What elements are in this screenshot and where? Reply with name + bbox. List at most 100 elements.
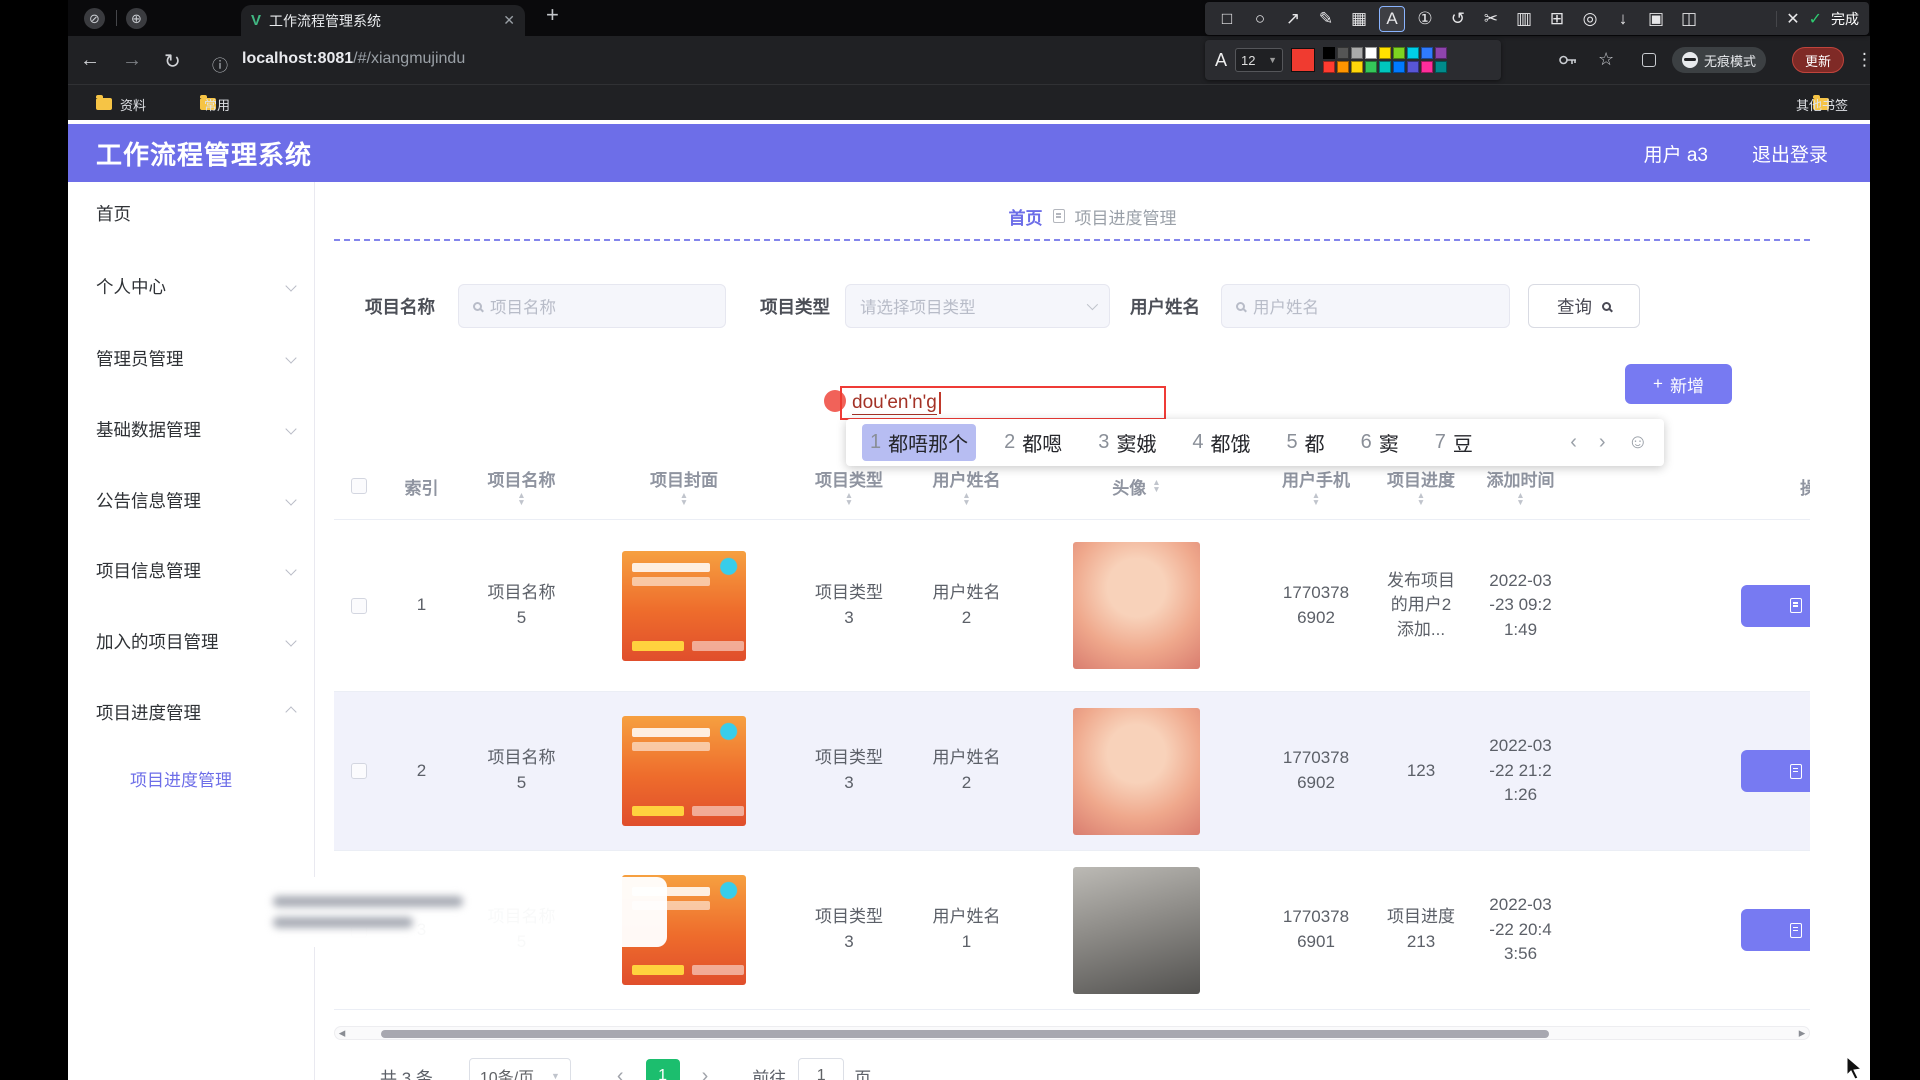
goto-page-input[interactable]: 1 — [798, 1058, 844, 1080]
font-size-select[interactable]: 12▼ — [1235, 48, 1283, 72]
select-all-checkbox[interactable] — [351, 478, 367, 494]
site-info-icon[interactable]: ⓘ — [212, 52, 228, 76]
user-name-input[interactable]: 用户姓名 — [1221, 284, 1510, 328]
detail-button[interactable]: 详情 — [1741, 585, 1810, 627]
cut-icon[interactable]: ✂ — [1479, 7, 1503, 31]
sort-icon[interactable]: ▲▼ — [1417, 492, 1425, 506]
browser-extension-icon-2[interactable]: ⊕ — [126, 8, 147, 29]
bookmark-folder[interactable]: 资料 — [120, 95, 146, 114]
color-swatch[interactable] — [1435, 47, 1447, 59]
color-swatch[interactable] — [1393, 47, 1405, 59]
color-swatch[interactable] — [1323, 47, 1335, 59]
ime-candidate[interactable]: 6窦 — [1353, 424, 1407, 461]
logout-link[interactable]: 退出登录 — [1752, 140, 1828, 167]
refresh-icon[interactable]: ↻ — [164, 49, 181, 74]
copy-icon[interactable]: ▥ — [1512, 7, 1536, 31]
bookmark-folder[interactable]: 常用 — [204, 95, 230, 114]
grid-tool-icon[interactable]: ⊞ — [1545, 7, 1569, 31]
color-swatch[interactable] — [1337, 47, 1349, 59]
back-icon[interactable]: ← — [80, 49, 100, 72]
color-swatch[interactable] — [1407, 61, 1419, 73]
scroll-right-icon[interactable]: ▸ — [1795, 1025, 1809, 1041]
sidebar-item-personal-center[interactable]: 个人中心 — [68, 266, 315, 306]
ellipse-tool-icon[interactable]: ○ — [1248, 7, 1272, 31]
square-panel-icon[interactable] — [1642, 53, 1656, 67]
color-swatch[interactable] — [1379, 47, 1391, 59]
ime-candidate[interactable]: 3窦娥 — [1090, 424, 1164, 461]
ime-prev-page-icon[interactable]: ‹ — [1570, 431, 1577, 454]
ime-candidate[interactable]: 7豆 — [1427, 424, 1481, 461]
capture-finish-check-icon[interactable]: ✓ — [1809, 9, 1822, 29]
sort-icon[interactable]: ▲▼ — [845, 492, 853, 506]
forward-icon[interactable]: → — [122, 49, 142, 72]
prev-page-button[interactable]: ‹ — [617, 1065, 624, 1080]
color-swatch[interactable] — [1435, 61, 1447, 73]
download-icon[interactable]: ↓ — [1611, 7, 1635, 31]
bookmark-star-icon[interactable]: ☆ — [1598, 49, 1614, 70]
ime-candidate[interactable]: 2都嗯 — [996, 424, 1070, 461]
sidebar-item-admin-management[interactable]: 管理员管理 — [68, 338, 315, 378]
pen-tool-icon[interactable]: ✎ — [1314, 7, 1338, 31]
row-checkbox[interactable] — [351, 763, 367, 779]
browser-extension-icon-1[interactable]: ⊘ — [84, 8, 105, 29]
selected-color-swatch[interactable] — [1291, 48, 1315, 72]
sidebar-item-base-data[interactable]: 基础数据管理 — [68, 409, 315, 449]
sort-icon[interactable]: ▲▼ — [680, 492, 688, 506]
ime-candidate[interactable]: 5都 — [1279, 424, 1333, 461]
color-swatch[interactable] — [1393, 61, 1405, 73]
ime-next-page-icon[interactable]: › — [1599, 431, 1606, 454]
browser-tab[interactable]: V 工作流程管理系统 ✕ — [241, 5, 525, 36]
sort-icon[interactable]: ▲▼ — [1516, 492, 1524, 506]
browser-menu-icon[interactable]: ⋮ — [1856, 50, 1873, 70]
scroll-left-icon[interactable]: ◂ — [335, 1025, 349, 1041]
ime-candidate[interactable]: 4都饿 — [1184, 424, 1258, 461]
search-button[interactable]: 查询 — [1528, 284, 1640, 328]
next-page-button[interactable]: › — [702, 1065, 709, 1080]
undo-icon[interactable]: ↺ — [1446, 7, 1470, 31]
project-type-select[interactable]: 请选择项目类型 — [845, 284, 1110, 328]
capture-finish-button[interactable]: 完成 — [1831, 9, 1859, 29]
sidebar-item-notice-info[interactable]: 公告信息管理 — [68, 480, 315, 520]
ime-candidate[interactable]: 1都唔那个 — [862, 424, 976, 461]
detail-button[interactable]: 详情 — [1741, 909, 1810, 951]
current-user[interactable]: 用户 a3 — [1644, 140, 1708, 167]
color-swatch[interactable] — [1421, 61, 1433, 73]
capture-cancel-icon[interactable]: ✕ — [1786, 9, 1799, 29]
text-tool-icon[interactable]: A — [1380, 7, 1404, 31]
sidebar-item-project-info[interactable]: 项目信息管理 — [68, 550, 315, 590]
rect-tool-icon[interactable]: □ — [1215, 7, 1239, 31]
arrow-tool-icon[interactable]: ↗ — [1281, 7, 1305, 31]
breadcrumb-home[interactable]: 首页 — [1009, 204, 1043, 229]
color-swatch[interactable] — [1323, 61, 1335, 73]
scrollbar-thumb[interactable] — [381, 1030, 1549, 1038]
url-field[interactable]: localhost:8081/#/xiangmujindu — [242, 50, 465, 68]
color-swatch[interactable] — [1421, 47, 1433, 59]
mosaic-tool-icon[interactable]: ▦ — [1347, 7, 1371, 31]
color-swatch[interactable] — [1365, 47, 1377, 59]
step-number-tool-icon[interactable]: ① — [1413, 7, 1437, 31]
row-checkbox[interactable] — [351, 598, 367, 614]
project-name-input[interactable]: 项目名称 — [458, 284, 726, 328]
sidebar-item-joined-projects[interactable]: 加入的项目管理 — [68, 621, 315, 661]
add-button[interactable]: + 新增 — [1625, 364, 1732, 404]
sidebar-item-home[interactable]: 首页 — [68, 193, 315, 233]
clipboard-tool-icon[interactable]: ◫ — [1677, 7, 1701, 31]
sidebar-item-project-progress[interactable]: 项目进度管理 — [68, 692, 315, 732]
sidebar-subitem-project-progress[interactable]: 项目进度管理 — [68, 760, 315, 796]
ime-emoji-icon[interactable]: ☺ — [1628, 431, 1648, 454]
other-bookmarks[interactable]: 其他书签 — [1796, 95, 1848, 114]
color-swatch[interactable] — [1365, 61, 1377, 73]
screen-tool-icon[interactable]: ▣ — [1644, 7, 1668, 31]
new-tab-button[interactable]: + — [546, 4, 559, 26]
color-swatch[interactable] — [1351, 47, 1363, 59]
color-swatch[interactable] — [1379, 61, 1391, 73]
sort-icon[interactable]: ▲▼ — [517, 492, 525, 506]
tab-close-icon[interactable]: ✕ — [503, 12, 515, 29]
sort-icon[interactable]: ▲▼ — [962, 492, 970, 506]
current-page-button[interactable]: 1 — [646, 1059, 680, 1080]
horizontal-scrollbar[interactable]: ◂ ▸ — [334, 1026, 1810, 1040]
color-swatch[interactable] — [1351, 61, 1363, 73]
ime-composition-box[interactable]: dou'en'n'g — [840, 386, 1166, 420]
page-size-select[interactable]: 10条/页▼ — [469, 1058, 571, 1080]
color-swatch[interactable] — [1407, 47, 1419, 59]
